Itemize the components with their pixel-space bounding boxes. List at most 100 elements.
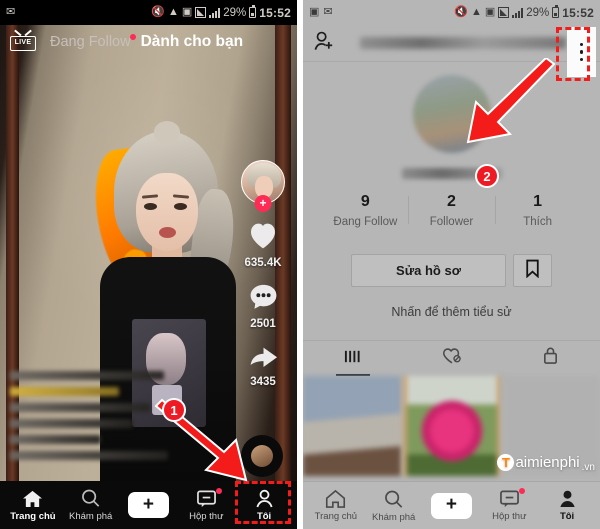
nav-home-label: Trang chủ — [314, 511, 358, 522]
tab-posts-grid[interactable] — [303, 341, 402, 376]
nav-item-inbox[interactable]: Hộp thư — [179, 487, 233, 522]
profile-action-row: Sửa hồ sơ — [303, 254, 600, 287]
profile-avatar[interactable] — [412, 75, 491, 153]
add-person-icon[interactable] — [313, 30, 336, 57]
watermark-text: aimienphi — [515, 454, 580, 471]
bottom-nav-profile: Trang chủ Khám phá + Hộp thư Tôi — [303, 481, 600, 529]
stat-following-value: 9 — [360, 193, 370, 210]
comment-count: 2501 — [250, 318, 276, 330]
nav-discover-label: Khám phá — [372, 511, 416, 523]
watermark-mark: T — [497, 454, 515, 471]
battery-percent-label: 29% — [526, 6, 550, 19]
stat-likes-label: Thích — [523, 216, 552, 228]
comment-action[interactable]: 2501 — [248, 282, 279, 330]
nav-item-discover[interactable]: Khám phá — [367, 489, 421, 523]
nav-item-create[interactable]: + — [424, 492, 478, 519]
tab-for-you[interactable]: Dành cho bạn — [141, 33, 243, 51]
status-bar-feed: ✉ 🔇 ▲ ▣ 29% 15:52 — [0, 0, 297, 25]
wifi-icon: ▲ — [470, 6, 482, 18]
lock-icon — [542, 346, 559, 370]
annotation-badge-1: 1 — [162, 398, 186, 422]
signal-box-icon — [195, 7, 207, 18]
tiktok-feed-panel: ✉ 🔇 ▲ ▣ 29% 15:52 LIVE Đang Follow Dành … — [0, 0, 297, 529]
live-label: LIVE — [14, 39, 32, 46]
create-plus-button[interactable]: + — [426, 492, 476, 519]
like-count: 635.4K — [244, 257, 282, 269]
tab-liked-hidden[interactable] — [402, 341, 501, 376]
screenshot-icon: ▣ — [309, 6, 320, 18]
stat-likes-value: 1 — [533, 193, 543, 210]
status-bar-profile: ▣ ✉ 🔇 ▲ ▣ 29% 15:52 — [303, 0, 600, 25]
annotation-box-three-dot-menu — [556, 27, 590, 81]
tab-following[interactable]: Đang Follow — [50, 34, 136, 50]
inbox-badge-dot-icon — [216, 487, 223, 494]
share-count: 3435 — [250, 376, 276, 388]
creator-avatar[interactable]: + — [241, 160, 285, 212]
feed-header: LIVE Đang Follow Dành cho bạn — [0, 25, 297, 59]
tab-private-lock[interactable] — [501, 341, 600, 376]
comment-icon — [248, 282, 279, 316]
mute-icon: 🔇 — [151, 6, 165, 18]
nav-item-profile[interactable]: Tôi — [540, 489, 594, 522]
heart-icon — [247, 220, 279, 255]
stat-followers-label: Follower — [429, 216, 474, 228]
clock-label: 15:52 — [259, 5, 291, 20]
signal-bars-icon — [512, 7, 524, 18]
tab-for-you-label: Dành cho bạn — [140, 33, 244, 50]
screenshot-root: ✉ 🔇 ▲ ▣ 29% 15:52 LIVE Đang Follow Dành … — [0, 0, 600, 529]
video-subject-person — [88, 121, 242, 529]
edit-profile-button[interactable]: Sửa hồ sơ — [351, 254, 506, 287]
live-icon[interactable]: LIVE — [10, 29, 36, 52]
music-disc-icon[interactable] — [241, 435, 283, 477]
nav-item-discover[interactable]: Khám phá — [64, 488, 118, 522]
follow-plus-button[interactable]: + — [254, 195, 272, 212]
bookmark-icon — [525, 259, 540, 283]
nfc-icon: ▣ — [181, 6, 193, 18]
watermark-domain: .vn — [581, 462, 595, 473]
action-rail: + 635.4K 2501 3435 — [237, 160, 289, 401]
stat-likes[interactable]: 1 Thích — [494, 193, 581, 228]
clock-label: 15:52 — [562, 5, 594, 20]
heart-hidden-icon — [441, 346, 463, 370]
profile-stats: 9 Đang Follow 2 Follower 1 Thích — [303, 193, 600, 228]
grid-item[interactable] — [303, 376, 401, 476]
nav-item-home[interactable]: Trang chủ — [6, 489, 60, 522]
battery-percent-label: 29% — [223, 6, 247, 19]
nav-home-label: Trang chủ — [10, 510, 56, 522]
battery-icon — [249, 5, 257, 18]
mail-icon: ✉ — [323, 6, 333, 18]
stat-followers[interactable]: 2 Follower — [408, 193, 494, 228]
bookmark-button[interactable] — [513, 254, 552, 287]
wifi-icon: ▲ — [167, 6, 179, 18]
profile-username-blurred — [360, 37, 566, 49]
tab-following-dot-icon — [129, 34, 136, 40]
watermark: T aimienphi .vn — [497, 454, 595, 473]
stat-following-label: Đang Follow — [333, 216, 398, 228]
annotation-box-me-tab — [235, 481, 291, 524]
mute-icon: 🔇 — [454, 6, 468, 18]
feed-tabs: Đang Follow Dành cho bạn — [50, 33, 243, 51]
tab-following-label: Đang Follow — [50, 34, 131, 50]
share-action[interactable]: 3435 — [248, 343, 279, 388]
profile-content-tabs — [303, 340, 600, 376]
nav-item-home[interactable]: Trang chủ — [309, 489, 363, 522]
signal-box-icon — [498, 7, 510, 18]
nav-item-inbox[interactable]: Hộp thư — [482, 488, 536, 522]
nav-profile-label: Tôi — [559, 511, 575, 522]
inbox-badge-dot-icon — [519, 488, 526, 494]
create-plus-button[interactable]: + — [123, 492, 173, 518]
nav-discover-label: Khám phá — [69, 511, 113, 522]
stat-following[interactable]: 9 Đang Follow — [322, 193, 408, 228]
grid-icon — [343, 348, 362, 370]
grid-item[interactable] — [402, 376, 501, 476]
like-action[interactable]: 635.4K — [244, 220, 282, 269]
nav-item-create[interactable]: + — [121, 492, 175, 518]
stat-followers-value: 2 — [447, 193, 456, 210]
mail-icon: ✉ — [6, 6, 16, 18]
share-arrow-icon — [248, 343, 279, 374]
profile-bio-placeholder[interactable]: Nhấn để thêm tiểu sử — [303, 305, 600, 319]
signal-bars-icon — [209, 7, 221, 18]
battery-icon — [552, 5, 560, 18]
annotation-badge-2: 2 — [475, 164, 499, 188]
nav-inbox-label: Hộp thư — [189, 510, 224, 522]
